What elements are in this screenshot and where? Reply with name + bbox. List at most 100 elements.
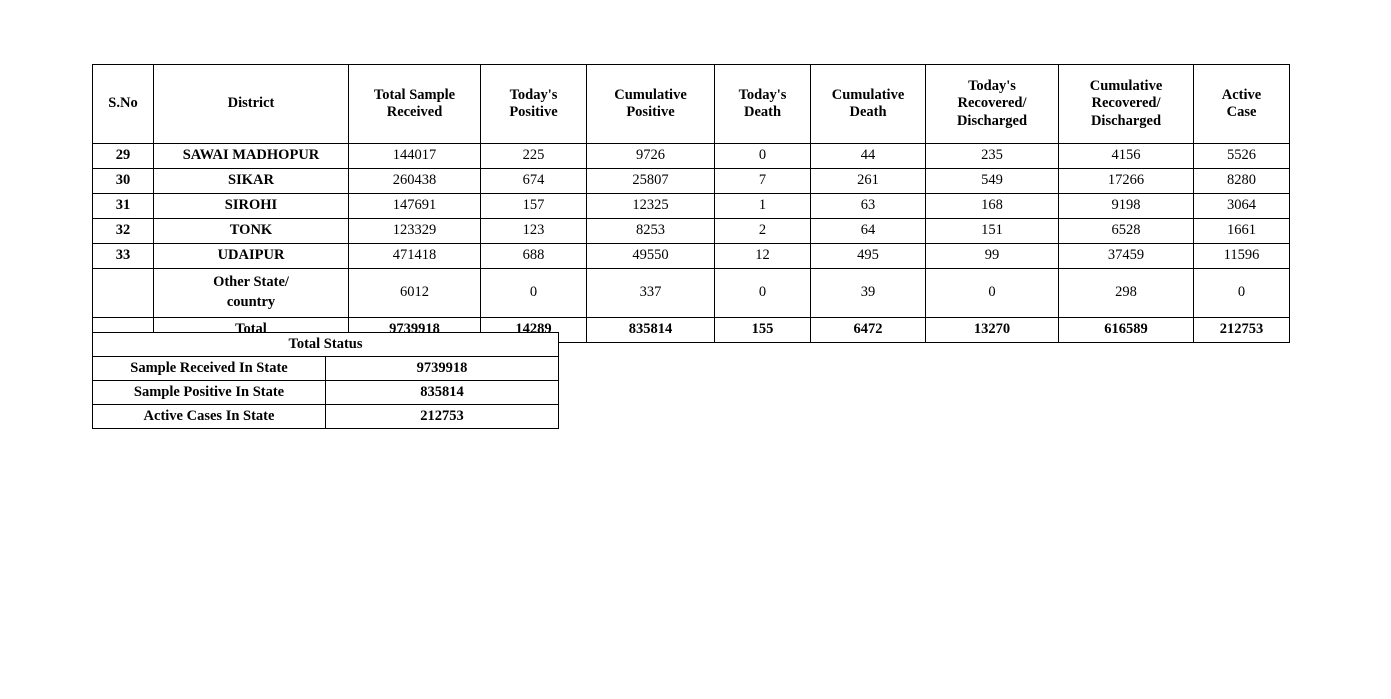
- total-status-row: Sample Positive In State 835814: [92, 380, 560, 405]
- cell-cumulative-death: 261: [810, 168, 926, 194]
- cell-total-sample-received: 123329: [348, 218, 481, 244]
- cell-district: Other State/ country: [153, 268, 349, 318]
- cell-cumulative-death: 44: [810, 143, 926, 169]
- cell-sno: 32: [92, 218, 154, 244]
- cell-cumulative-recovered: 298: [1058, 268, 1194, 318]
- header-todays-recovered-discharged: Today's Recovered/ Discharged: [925, 64, 1059, 144]
- cell-cumulative-death: 39: [810, 268, 926, 318]
- cell-active-case: 3064: [1193, 193, 1290, 219]
- cell-active-case: 0: [1193, 268, 1290, 318]
- cell-cumulative-death: 495: [810, 243, 926, 269]
- cell-total-sample-received: 144017: [348, 143, 481, 169]
- cell-sno: 30: [92, 168, 154, 194]
- header-todays-death: Today's Death: [714, 64, 811, 144]
- cell-todays-positive: 688: [480, 243, 587, 269]
- cell-cumulative-positive: 337: [586, 268, 715, 318]
- table-row-other-state: Other State/ country 6012 0 337 0 39 0 2…: [92, 268, 1290, 318]
- table-row: 33 UDAIPUR 471418 688 49550 12 495 99 37…: [92, 243, 1290, 269]
- cell-district-line2: country: [226, 294, 276, 310]
- header-todays-positive: Today's Positive: [480, 64, 587, 144]
- header-cumulative-recovered-discharged: Cumulative Recovered/ Discharged: [1058, 64, 1194, 144]
- cell-active-case: 8280: [1193, 168, 1290, 194]
- cell-todays-recovered: 0: [925, 268, 1059, 318]
- district-covid-table: S.No District Total Sample Received Toda…: [92, 64, 1290, 343]
- cell-sno: 29: [92, 143, 154, 169]
- cell-sno: [92, 268, 154, 318]
- status-label-sample-received: Sample Received In State: [92, 356, 326, 381]
- cell-district: TONK: [153, 218, 349, 244]
- cell-todays-recovered: 99: [925, 243, 1059, 269]
- cell-cumulative-positive: 12325: [586, 193, 715, 219]
- cell-total-sample-received: 260438: [348, 168, 481, 194]
- cell-district: SIKAR: [153, 168, 349, 194]
- cell-total-sample-received: 147691: [348, 193, 481, 219]
- total-status-table-body: Total Status Sample Received In State 97…: [92, 332, 560, 429]
- cell-active-case: 1661: [1193, 218, 1290, 244]
- cell-active-case: 5526: [1193, 143, 1290, 169]
- cell-cumulative-death: 63: [810, 193, 926, 219]
- cell-cumulative-positive: 9726: [586, 143, 715, 169]
- cell-cumulative-death: 6472: [810, 317, 926, 343]
- cell-cumulative-recovered: 616589: [1058, 317, 1194, 343]
- header-sno: S.No: [92, 64, 154, 144]
- cell-todays-recovered: 13270: [925, 317, 1059, 343]
- cell-todays-positive: 674: [480, 168, 587, 194]
- table-row: 31 SIROHI 147691 157 12325 1 63 168 9198…: [92, 193, 1290, 219]
- cell-district: SAWAI MADHOPUR: [153, 143, 349, 169]
- cell-cumulative-recovered: 17266: [1058, 168, 1194, 194]
- cell-district: SIROHI: [153, 193, 349, 219]
- status-label-sample-positive: Sample Positive In State: [92, 380, 326, 405]
- header-row: S.No District Total Sample Received Toda…: [92, 64, 1290, 144]
- cell-todays-death: 12: [714, 243, 811, 269]
- cell-todays-positive: 0: [480, 268, 587, 318]
- cell-todays-death: 0: [714, 143, 811, 169]
- cell-district: UDAIPUR: [153, 243, 349, 269]
- table-row: 30 SIKAR 260438 674 25807 7 261 549 1726…: [92, 168, 1290, 194]
- total-status-title: Total Status: [92, 332, 559, 357]
- cell-todays-positive: 123: [480, 218, 587, 244]
- cell-sno: 33: [92, 243, 154, 269]
- header-cumulative-positive: Cumulative Positive: [586, 64, 715, 144]
- status-value-active-cases: 212753: [324, 404, 560, 429]
- status-value-sample-received: 9739918: [324, 356, 560, 381]
- cell-todays-recovered: 151: [925, 218, 1059, 244]
- cell-cumulative-recovered: 37459: [1058, 243, 1194, 269]
- cell-todays-death: 1: [714, 193, 811, 219]
- document-page: S.No District Total Sample Received Toda…: [0, 0, 1391, 699]
- cell-total-sample-received: 471418: [348, 243, 481, 269]
- total-status-row: Sample Received In State 9739918: [92, 356, 560, 381]
- cell-todays-death: 0: [714, 268, 811, 318]
- total-status-row: Active Cases In State 212753: [92, 404, 560, 429]
- cell-todays-recovered: 549: [925, 168, 1059, 194]
- cell-todays-recovered: 168: [925, 193, 1059, 219]
- cell-cumulative-positive: 835814: [586, 317, 715, 343]
- total-status-table: Total Status Sample Received In State 97…: [92, 332, 560, 429]
- cell-todays-positive: 157: [480, 193, 587, 219]
- cell-todays-positive: 225: [480, 143, 587, 169]
- status-value-sample-positive: 835814: [324, 380, 560, 405]
- cell-district-line1: Other State/: [213, 274, 289, 291]
- header-total-sample-received: Total Sample Received: [348, 64, 481, 144]
- cell-sno: 31: [92, 193, 154, 219]
- header-cumulative-death: Cumulative Death: [810, 64, 926, 144]
- cell-todays-recovered: 235: [925, 143, 1059, 169]
- table-row: 32 TONK 123329 123 8253 2 64 151 6528 16…: [92, 218, 1290, 244]
- status-label-active-cases: Active Cases In State: [92, 404, 326, 429]
- cell-total-sample-received: 6012: [348, 268, 481, 318]
- cell-cumulative-recovered: 6528: [1058, 218, 1194, 244]
- cell-active-case: 11596: [1193, 243, 1290, 269]
- district-table-body: 29 SAWAI MADHOPUR 144017 225 9726 0 44 2…: [92, 143, 1290, 343]
- total-status-title-row: Total Status: [92, 332, 559, 357]
- cell-cumulative-positive: 49550: [586, 243, 715, 269]
- header-active-case: Active Case: [1193, 64, 1290, 144]
- cell-todays-death: 2: [714, 218, 811, 244]
- cell-cumulative-recovered: 9198: [1058, 193, 1194, 219]
- cell-cumulative-recovered: 4156: [1058, 143, 1194, 169]
- cell-cumulative-positive: 8253: [586, 218, 715, 244]
- cell-cumulative-death: 64: [810, 218, 926, 244]
- header-district: District: [153, 64, 349, 144]
- cell-active-case: 212753: [1193, 317, 1290, 343]
- cell-todays-death: 155: [714, 317, 811, 343]
- cell-cumulative-positive: 25807: [586, 168, 715, 194]
- table-row: 29 SAWAI MADHOPUR 144017 225 9726 0 44 2…: [92, 143, 1290, 169]
